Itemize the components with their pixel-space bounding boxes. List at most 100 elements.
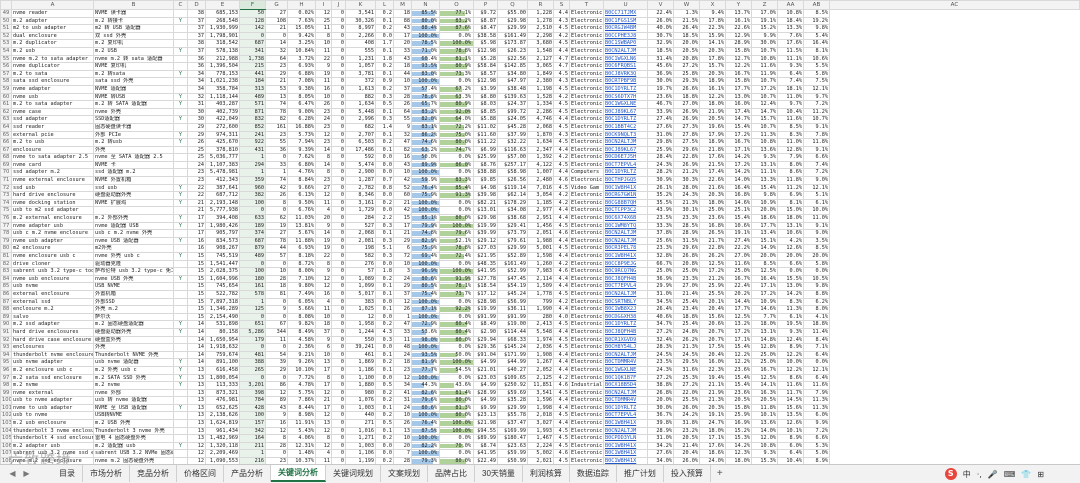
cell[interactable]: 5,017 [345, 289, 376, 299]
cell[interactable]: 62 [265, 214, 288, 223]
cell[interactable]: 4.5 [553, 221, 570, 231]
cell[interactable]: ssd usb [11, 183, 94, 193]
cell[interactable]: 6.13% [287, 191, 316, 200]
cell[interactable]: 25.5% [673, 396, 700, 405]
cell[interactable]: 0.7 [375, 176, 394, 185]
cell[interactable]: 37 [187, 31, 206, 41]
cell[interactable]: 1,634 [345, 100, 376, 109]
flag-cell[interactable]: Y [173, 214, 188, 223]
cell[interactable]: 21 [315, 396, 332, 405]
column-header[interactable]: T [569, 0, 604, 10]
cell[interactable]: 0 [331, 9, 346, 18]
column-header[interactable]: F [239, 0, 266, 10]
cell[interactable]: 11.5% [777, 46, 804, 56]
cell[interactable]: 26.9% [673, 115, 700, 124]
flag-cell[interactable]: Y [173, 274, 188, 284]
cell[interactable]: Electronic [569, 160, 604, 170]
row-number[interactable]: 73 [0, 191, 12, 200]
cell[interactable]: nvme external enclosure [11, 176, 94, 185]
column-header[interactable]: B [93, 0, 174, 10]
cell[interactable]: 2,068 [345, 229, 376, 238]
cell[interactable]: 5,474 [345, 160, 376, 170]
cell[interactable]: external ssd [11, 297, 94, 307]
cell[interactable]: 43 [265, 403, 288, 413]
cell[interactable]: 10 [265, 267, 288, 276]
cell[interactable]: m.2 duplicator [11, 39, 94, 48]
cell[interactable]: 5,548 [527, 327, 554, 337]
cell[interactable]: 13.0% [725, 92, 752, 102]
cell[interactable]: 10 [393, 77, 412, 86]
cell[interactable]: 0.1 [375, 46, 394, 56]
cell[interactable]: 1,244 [345, 327, 376, 337]
cell[interactable]: 0.1 [375, 350, 394, 360]
cell[interactable]: 20.3% [699, 403, 726, 413]
cell[interactable]: 24.3% [647, 365, 674, 375]
cell[interactable]: $169.99 [497, 426, 528, 436]
cell[interactable]: 29 [393, 236, 412, 246]
cell[interactable]: 20.0% [673, 39, 700, 48]
cell[interactable]: Electronic [569, 92, 604, 102]
cell[interactable]: $47.97 [497, 77, 528, 86]
cell[interactable]: nvme duplicator [11, 62, 94, 71]
asin-link[interactable]: B0C1QK1B7F [603, 373, 648, 383]
cell[interactable]: 12 [315, 441, 332, 451]
cell[interactable]: 16.7% [725, 69, 752, 79]
cell[interactable]: 12.0% [751, 434, 778, 443]
cell[interactable]: 20.8% [673, 259, 700, 269]
cell[interactable]: 9 [315, 62, 332, 71]
cell[interactable]: 28 [393, 92, 412, 102]
flag-cell[interactable]: Y [173, 327, 188, 337]
cell[interactable]: 16.0% [699, 358, 726, 367]
cell[interactable]: Electronic [569, 403, 604, 413]
cell[interactable]: $12.98 [473, 77, 498, 86]
cell[interactable]: 10.8% [751, 138, 778, 147]
cell[interactable]: 0.2 [375, 62, 394, 71]
cell[interactable]: 0.9 [375, 77, 394, 86]
cell[interactable]: drive cloner [11, 259, 94, 269]
cell[interactable]: 0.3 [375, 335, 394, 345]
cell[interactable]: 40.0% [647, 24, 674, 33]
asin-link[interactable]: B0CT7EPVL4 [603, 160, 648, 170]
cell[interactable]: 0 [331, 320, 346, 329]
row-number[interactable]: 53 [0, 39, 12, 48]
data-bar-cell[interactable]: 53.6% [411, 327, 440, 337]
cell[interactable]: $28.99 [473, 388, 498, 398]
cell[interactable]: 25.9% [725, 411, 752, 421]
cell[interactable]: $39.99 [473, 229, 498, 238]
column-header[interactable]: AA [777, 0, 804, 10]
cell[interactable]: 4.7 [553, 62, 570, 71]
cell[interactable]: 1,456 [527, 221, 554, 231]
cell[interactable]: ssd usb [93, 183, 174, 193]
cell[interactable]: 29 [393, 282, 412, 291]
cell[interactable]: 53 [265, 84, 288, 94]
cell[interactable]: 1,467 [527, 434, 554, 443]
cell[interactable]: 17.2% [751, 84, 778, 94]
cell[interactable]: 10.7% [751, 77, 778, 86]
cell[interactable]: 0 [331, 244, 346, 253]
cell[interactable]: 11 [315, 305, 332, 314]
data-bar-cell[interactable]: 100.0% [439, 419, 474, 428]
cell[interactable]: 10.5% [803, 274, 830, 284]
cell[interactable]: 2,900 [345, 168, 376, 178]
data-bar-cell[interactable]: 100.0% [411, 259, 440, 269]
cell[interactable]: 30.0% [647, 403, 674, 413]
cell[interactable]: 12.4% [777, 335, 804, 345]
cell[interactable]: Electronic [569, 282, 604, 291]
cell[interactable]: 0.3 [375, 92, 394, 102]
cell[interactable]: 9.8% [751, 191, 778, 200]
cell[interactable]: 0.2 [375, 388, 394, 398]
cell[interactable]: 3.5% [803, 236, 830, 246]
cell[interactable]: 硬盘驱动器外壳 [93, 191, 174, 200]
asin-link[interactable]: B0CK9NQLT3 [603, 130, 648, 140]
row-number[interactable]: 96 [0, 365, 12, 375]
cell[interactable]: 440 [345, 411, 376, 421]
cell[interactable]: 476,981 [205, 396, 240, 405]
cell[interactable]: 9.26% [287, 358, 316, 367]
row-number[interactable]: 81 [0, 252, 12, 261]
cell[interactable]: 27 [265, 229, 288, 238]
cell[interactable]: 12 [187, 449, 206, 459]
next-sheet-icon[interactable]: ▶ [22, 468, 31, 479]
cell[interactable]: Electronic [569, 198, 604, 208]
cell[interactable]: USB NVME [93, 282, 174, 291]
cell[interactable]: 16.8% [699, 221, 726, 231]
